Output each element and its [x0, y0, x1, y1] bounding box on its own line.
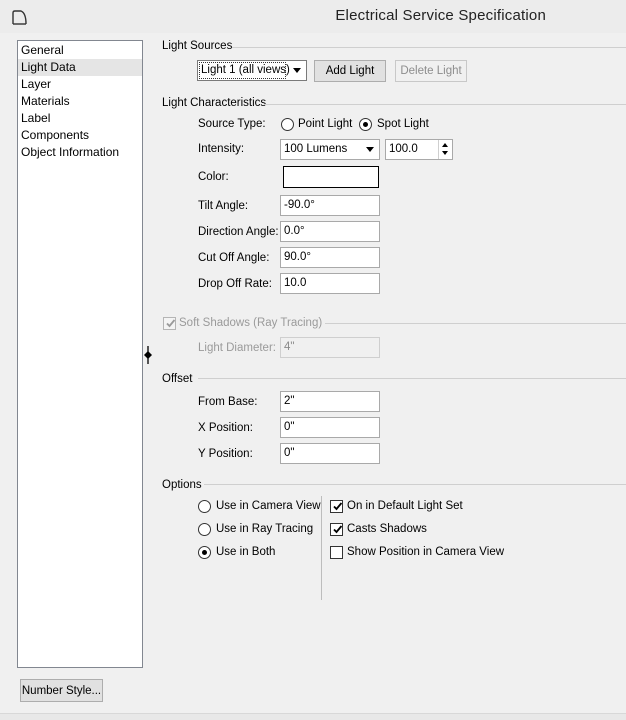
category-list[interactable]: General Light Data Layer Materials Label… — [17, 40, 143, 668]
nav-item-general[interactable]: General — [18, 42, 142, 59]
use-both-label[interactable]: Use in Both — [216, 546, 275, 558]
check-icon — [333, 525, 343, 534]
group-divider — [232, 47, 626, 48]
intensity-stepper[interactable]: 100.0 — [385, 139, 453, 160]
color-swatch-button[interactable] — [283, 166, 379, 188]
intensity-unit-value: 100 Lumens — [284, 143, 348, 155]
use-ray-tracing-label[interactable]: Use in Ray Tracing — [216, 523, 313, 535]
color-label: Color: — [198, 171, 229, 183]
chevron-down-icon — [366, 147, 374, 152]
light-diameter-label: Light Diameter: — [198, 342, 276, 354]
nav-item-object-information[interactable]: Object Information — [18, 144, 142, 161]
casts-shadows-label[interactable]: Casts Shadows — [347, 523, 427, 535]
chevron-down-icon — [293, 68, 301, 73]
light-diameter-field[interactable]: 4" — [280, 337, 380, 358]
point-light-radio[interactable] — [281, 118, 294, 131]
light-select[interactable]: Light 1 (all views) — [197, 60, 307, 81]
splitter-handle-icon[interactable] — [144, 345, 154, 365]
check-icon — [333, 502, 343, 511]
x-position-field[interactable]: 0" — [280, 417, 380, 438]
show-position-label[interactable]: Show Position in Camera View — [347, 546, 504, 558]
intensity-label: Intensity: — [198, 143, 245, 155]
spin-up-icon[interactable] — [442, 143, 448, 147]
intensity-unit-select[interactable]: 100 Lumens — [280, 139, 380, 160]
x-position-label: X Position: — [198, 422, 253, 434]
default-light-set-label[interactable]: On in Default Light Set — [347, 500, 463, 512]
light-sources-group-label: Light Sources — [162, 40, 233, 52]
check-icon — [166, 319, 176, 328]
use-camera-view-radio[interactable] — [198, 500, 211, 513]
window-title: Electrical Service Specification — [335, 7, 546, 24]
add-light-button[interactable]: Add Light — [314, 60, 386, 82]
y-position-field[interactable]: 0" — [280, 443, 380, 464]
point-light-label[interactable]: Point Light — [298, 118, 352, 130]
show-position-checkbox[interactable] — [330, 546, 343, 559]
color-swatch-fill — [285, 168, 377, 186]
y-position-label: Y Position: — [198, 448, 253, 460]
direction-angle-label: Direction Angle: — [198, 226, 279, 238]
nav-item-components[interactable]: Components — [18, 127, 142, 144]
direction-angle-field[interactable]: 0.0° — [280, 221, 380, 242]
from-base-label: From Base: — [198, 396, 258, 408]
focus-rect — [199, 62, 286, 79]
spin-down-icon[interactable] — [442, 151, 448, 155]
soft-shadows-label: Soft Shadows (Ray Tracing) — [179, 317, 323, 329]
nav-item-light-data[interactable]: Light Data — [18, 59, 142, 76]
nav-item-layer[interactable]: Layer — [18, 76, 142, 93]
cut-off-angle-label: Cut Off Angle: — [198, 252, 270, 264]
dialog-body: General Light Data Layer Materials Label… — [0, 33, 626, 713]
group-divider — [325, 323, 626, 324]
delete-light-button[interactable]: Delete Light — [395, 60, 467, 82]
nav-item-label[interactable]: Label — [18, 110, 142, 127]
tilt-angle-field[interactable]: -90.0° — [280, 195, 380, 216]
light-characteristics-group-label: Light Characteristics — [162, 97, 267, 109]
number-style-button[interactable]: Number Style... — [20, 679, 103, 702]
cut-off-angle-field[interactable]: 90.0° — [280, 247, 380, 268]
drop-off-rate-field[interactable]: 10.0 — [280, 273, 380, 294]
options-group-label: Options — [162, 479, 202, 491]
use-both-radio[interactable] — [198, 546, 211, 559]
casts-shadows-checkbox[interactable] — [330, 523, 343, 536]
default-light-set-checkbox[interactable] — [330, 500, 343, 513]
spot-light-radio[interactable] — [359, 118, 372, 131]
title-bar: Electrical Service Specification — [0, 0, 626, 33]
spot-light-label[interactable]: Spot Light — [377, 118, 429, 130]
group-divider — [198, 378, 626, 379]
window-bottom-border — [0, 713, 626, 720]
use-ray-tracing-radio[interactable] — [198, 523, 211, 536]
nav-item-materials[interactable]: Materials — [18, 93, 142, 110]
source-type-label: Source Type: — [198, 118, 266, 130]
tilt-angle-label: Tilt Angle: — [198, 200, 249, 212]
soft-shadows-checkbox[interactable] — [163, 317, 176, 330]
use-camera-view-label[interactable]: Use in Camera View — [216, 500, 321, 512]
group-divider — [204, 484, 626, 485]
intensity-value: 100.0 — [389, 143, 418, 155]
from-base-field[interactable]: 2" — [280, 391, 380, 412]
drop-off-rate-label: Drop Off Rate: — [198, 278, 272, 290]
offset-group-label: Offset — [162, 373, 193, 385]
group-divider — [264, 104, 626, 105]
options-separator — [321, 496, 322, 600]
spin-buttons[interactable] — [438, 140, 452, 159]
